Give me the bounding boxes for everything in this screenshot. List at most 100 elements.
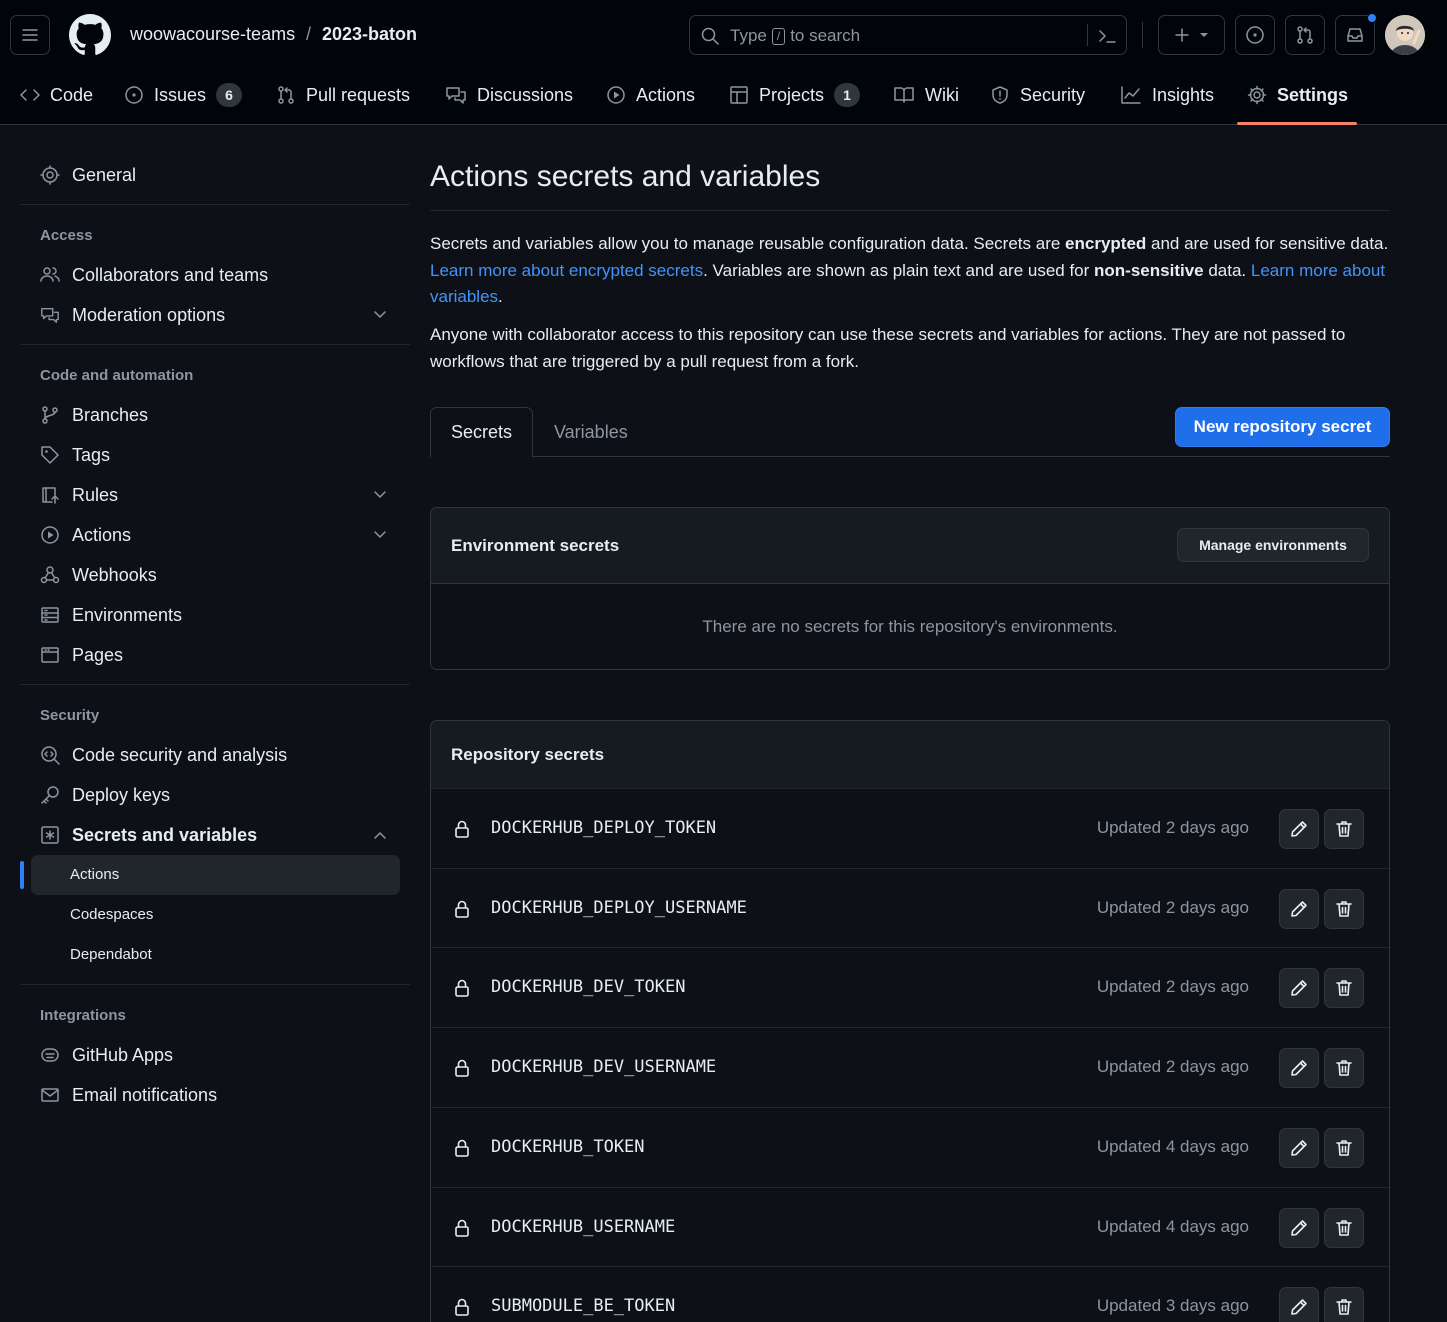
- secret-name: DOCKERHUB_DEV_USERNAME: [491, 1057, 717, 1077]
- chevron-up-icon[interactable]: [372, 828, 388, 842]
- tab-security[interactable]: Security: [990, 80, 1085, 110]
- sidebar-item-label: Webhooks: [72, 564, 157, 585]
- search-prefix-text: Type: [730, 26, 767, 45]
- hamburger-icon: [22, 29, 38, 41]
- delete-secret-button[interactable]: [1324, 1208, 1364, 1248]
- delete-secret-button[interactable]: [1324, 889, 1364, 929]
- manage-environments-button[interactable]: Manage environments: [1177, 528, 1369, 562]
- search-placeholder: Type / to search: [730, 26, 860, 46]
- pencil-icon: [1291, 901, 1307, 917]
- tab-variables[interactable]: Variables: [534, 407, 648, 457]
- tab-issues[interactable]: Issues 6: [124, 80, 243, 110]
- delete-secret-button[interactable]: [1324, 1128, 1364, 1168]
- tab-insights[interactable]: Insights: [1120, 80, 1214, 110]
- search-suffix-text: to search: [790, 26, 861, 45]
- tab-pull-requests[interactable]: Pull requests: [276, 80, 410, 110]
- sidebar-subitem-codespaces[interactable]: Codespaces: [70, 906, 153, 923]
- delete-secret-button[interactable]: [1324, 1048, 1364, 1088]
- sidebar-item-branches[interactable]: Branches: [40, 400, 148, 430]
- edit-secret-button[interactable]: [1279, 1208, 1319, 1248]
- edit-secret-button[interactable]: [1279, 1128, 1319, 1168]
- search-icon: [701, 27, 719, 45]
- environment-secrets-box: Environment secrets Manage environments …: [430, 507, 1390, 670]
- command-palette-icon[interactable]: [1097, 26, 1117, 46]
- tab-discussions[interactable]: Discussions: [445, 80, 573, 110]
- github-logo-icon[interactable]: [69, 14, 111, 56]
- sidebar-item-deploy-keys[interactable]: Deploy keys: [40, 780, 170, 810]
- sidebar-item-general[interactable]: General: [40, 160, 136, 190]
- sidebar-item-label: Branches: [72, 404, 149, 425]
- sidebar-subitem-actions[interactable]: Actions: [70, 866, 119, 883]
- your-pull-requests-button[interactable]: [1285, 15, 1325, 55]
- sidebar-item-secrets-variables[interactable]: Secrets and variables: [40, 820, 257, 850]
- sidebar-item-label: Collaborators and teams: [72, 264, 269, 285]
- edit-secret-button[interactable]: [1279, 809, 1319, 849]
- tab-actions[interactable]: Actions: [606, 80, 695, 110]
- secret-updated: Updated 2 days ago: [1096, 818, 1249, 837]
- secret-row: DOCKERHUB_DEPLOY_USERNAME Updated 2 days …: [431, 868, 1389, 948]
- tab-settings[interactable]: Settings: [1247, 80, 1348, 110]
- table-icon: [730, 86, 748, 104]
- create-new-button[interactable]: [1158, 15, 1225, 55]
- repository-secrets-header: Repository secrets: [431, 721, 1389, 788]
- search-input[interactable]: Type / to search: [689, 15, 1127, 55]
- gear-icon: [1247, 85, 1267, 105]
- tab-code[interactable]: Code: [20, 80, 93, 110]
- page-title: Actions secrets and variables: [430, 160, 821, 193]
- secret-updated: Updated 2 days ago: [1096, 898, 1249, 917]
- trash-icon: [1336, 901, 1352, 917]
- new-repository-secret-button[interactable]: New repository secret: [1175, 407, 1390, 447]
- edit-secret-button[interactable]: [1279, 1048, 1319, 1088]
- sidebar-item-environments[interactable]: Environments: [40, 600, 182, 630]
- sidebar-subitem-dependabot[interactable]: Dependabot: [70, 946, 152, 963]
- edit-secret-button[interactable]: [1279, 1287, 1319, 1322]
- your-issues-button[interactable]: [1235, 15, 1275, 55]
- delete-secret-button[interactable]: [1324, 809, 1364, 849]
- browser-icon: [41, 647, 59, 663]
- sidebar-item-webhooks[interactable]: Webhooks: [40, 560, 157, 590]
- tab-issues-label: Issues: [154, 84, 207, 105]
- chevron-down-icon[interactable]: [372, 488, 388, 502]
- webhook-icon: [40, 566, 60, 584]
- tab-projects[interactable]: Projects 1: [729, 80, 861, 110]
- secret-row: DOCKERHUB_DEPLOY_TOKEN Updated 2 days ago: [431, 788, 1389, 868]
- delete-secret-button[interactable]: [1324, 1287, 1364, 1322]
- sidebar-item-collaborators[interactable]: Collaborators and teams: [40, 260, 268, 290]
- sidebar-item-code-security[interactable]: Code security and analysis: [40, 740, 287, 770]
- tab-secrets[interactable]: Secrets: [430, 407, 534, 458]
- unread-notification-dot: [1367, 13, 1377, 23]
- chevron-down-icon[interactable]: [372, 308, 388, 322]
- edit-secret-button[interactable]: [1279, 889, 1319, 929]
- desc-text: data.: [1203, 260, 1251, 280]
- description-paragraph-1: Secrets and variables allow you to manag…: [430, 231, 1390, 311]
- menu-button[interactable]: [10, 15, 50, 55]
- search-shortcut-key: /: [771, 27, 786, 45]
- header-divider: [1142, 22, 1143, 48]
- desc-bold-non-sensitive: non-sensitive: [1094, 260, 1204, 280]
- sidebar-item-label: Email notifications: [72, 1084, 218, 1105]
- sidebar-item-tags[interactable]: Tags: [40, 440, 110, 470]
- search-divider: [1087, 24, 1088, 46]
- breadcrumb-repo[interactable]: 2023-baton: [322, 24, 417, 45]
- chevron-down-icon[interactable]: [372, 528, 388, 542]
- edit-secret-button[interactable]: [1279, 968, 1319, 1008]
- trash-icon: [1336, 1140, 1352, 1156]
- sidebar-item-moderation[interactable]: Moderation options: [40, 300, 225, 330]
- sidebar-item-rules[interactable]: Rules: [40, 480, 118, 510]
- tab-insights-label: Insights: [1152, 84, 1215, 105]
- sidebar-item-pages[interactable]: Pages: [40, 640, 123, 670]
- inbox-icon: [1347, 28, 1363, 42]
- secret-updated: Updated 3 days ago: [1096, 1296, 1249, 1315]
- sidebar-item-email-notifications[interactable]: Email notifications: [40, 1080, 217, 1110]
- learn-encrypted-secrets-link[interactable]: Learn more about encrypted secrets: [430, 261, 703, 280]
- delete-secret-button[interactable]: [1324, 968, 1364, 1008]
- tab-wiki[interactable]: Wiki: [893, 80, 959, 110]
- pencil-icon: [1291, 1220, 1307, 1236]
- issues-counter: 6: [216, 83, 243, 107]
- sidebar-active-indicator: [20, 861, 24, 889]
- avatar[interactable]: [1385, 15, 1425, 55]
- sidebar-item-actions[interactable]: Actions: [40, 520, 131, 550]
- sidebar-item-github-apps[interactable]: GitHub Apps: [40, 1040, 173, 1070]
- breadcrumb-owner[interactable]: woowacourse-teams: [130, 24, 295, 45]
- tab-discussions-label: Discussions: [477, 84, 574, 105]
